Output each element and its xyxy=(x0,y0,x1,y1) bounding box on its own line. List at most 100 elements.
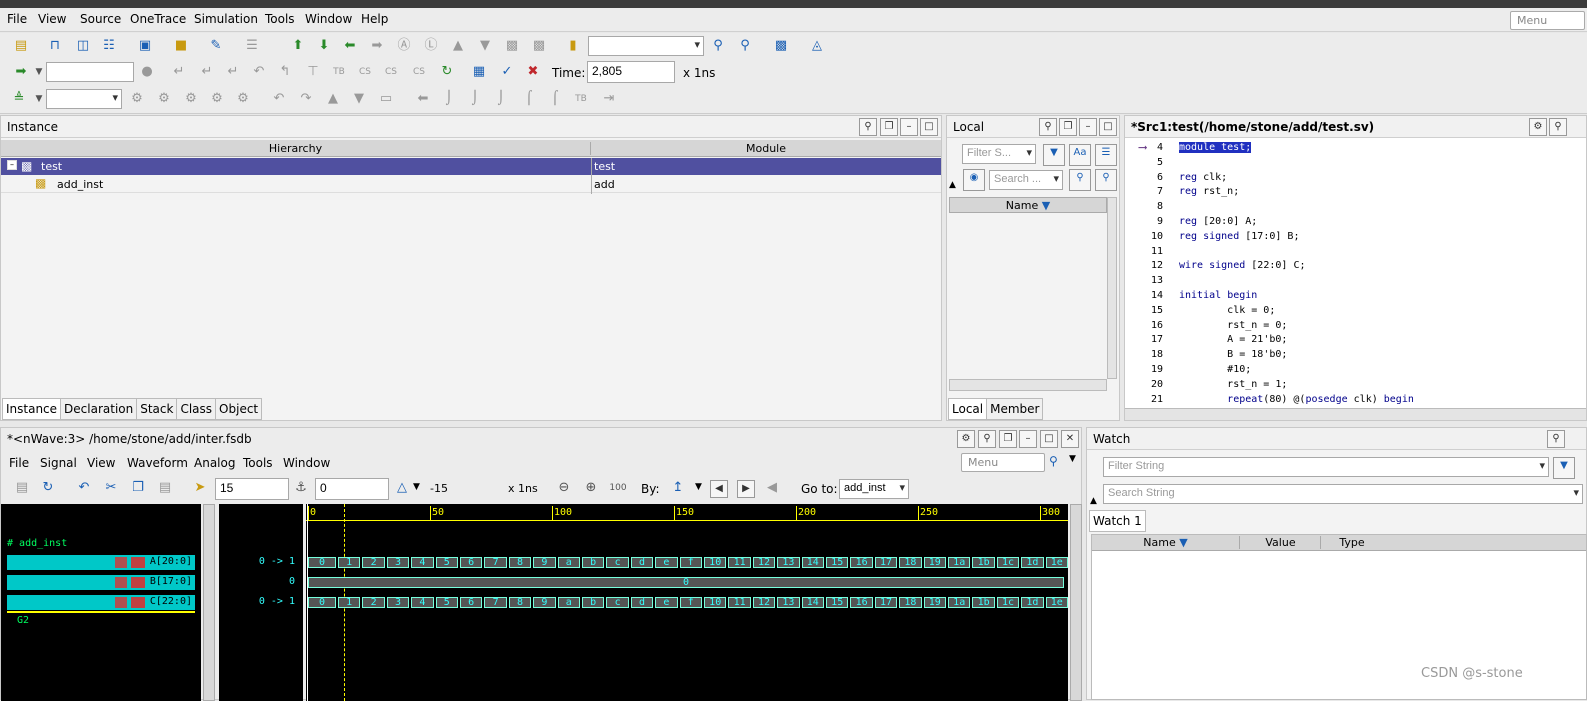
tool5-icon[interactable]: ⚙ xyxy=(234,90,252,108)
menu-tools[interactable]: Tools xyxy=(265,12,295,26)
object-icon[interactable]: ◉ xyxy=(963,169,985,191)
bookmark-icon[interactable]: ▮ xyxy=(564,37,582,55)
undock-icon[interactable]: ❐ xyxy=(1059,118,1077,136)
case-icon[interactable]: Aa xyxy=(1069,144,1091,166)
undock-icon[interactable]: ❐ xyxy=(999,430,1017,448)
maximize-icon[interactable]: □ xyxy=(1099,118,1117,136)
local-column-header[interactable]: Name ▼ xyxy=(949,197,1107,213)
step-cs2-icon[interactable]: CS xyxy=(382,63,400,81)
nwave-menu-window[interactable]: Window xyxy=(283,456,330,470)
trace-icon[interactable]: ▩ xyxy=(503,37,521,55)
step-cs-icon[interactable]: CS xyxy=(356,63,374,81)
up-circle-icon[interactable]: ▲ xyxy=(449,37,467,55)
menu-view[interactable]: View xyxy=(38,12,66,26)
up-level-icon[interactable]: ⬆ xyxy=(289,37,307,55)
coverage-icon[interactable]: ≜ xyxy=(10,90,28,108)
table-row[interactable]: – ▩ test test xyxy=(1,158,941,175)
tab-local[interactable]: Local xyxy=(948,398,988,420)
step-out-icon[interactable]: ↰ xyxy=(276,63,294,81)
scope-combo[interactable] xyxy=(46,89,122,109)
cursor-icon[interactable]: ➤ xyxy=(191,479,209,497)
search-combo[interactable] xyxy=(588,36,704,56)
paste-icon[interactable]: ▤ xyxy=(156,479,174,497)
time-input[interactable]: 2,805 xyxy=(587,61,675,83)
nwave-menu-tools[interactable]: Tools xyxy=(243,456,273,470)
back-arrow-icon[interactable]: ⬅ xyxy=(341,37,359,55)
settings-icon[interactable]: ⚙ xyxy=(957,430,975,448)
collapse-up-icon[interactable]: ▲ xyxy=(949,180,956,190)
column-type[interactable]: Type xyxy=(1322,536,1382,549)
nwave-menu-waveform[interactable]: Waveform xyxy=(127,456,188,470)
name-scrollbar[interactable] xyxy=(203,504,215,701)
download-icon[interactable]: ▼ xyxy=(350,90,368,108)
column-module[interactable]: Module xyxy=(592,142,940,155)
forward-arrow-icon[interactable]: ➡ xyxy=(368,37,386,55)
signal-row-b[interactable]: B[17:0] xyxy=(7,575,195,590)
search-by-icon[interactable]: ↥ xyxy=(669,479,687,497)
schematic-icon[interactable]: ◫ xyxy=(74,37,92,55)
by-dropdown-icon[interactable]: ▼ xyxy=(695,482,702,492)
copy-icon[interactable]: ❐ xyxy=(129,479,147,497)
list-icon[interactable]: ☰ xyxy=(1095,144,1117,166)
marker-icon[interactable]: ⚓ xyxy=(292,479,310,497)
reload-icon[interactable]: ↻ xyxy=(39,479,57,497)
tab-class[interactable]: Class xyxy=(176,398,217,420)
tab-object[interactable]: Object xyxy=(215,398,263,420)
nwave-menu-signal[interactable]: Signal xyxy=(40,456,77,470)
step-back-icon[interactable]: ↶ xyxy=(250,63,268,81)
maximize-icon[interactable]: □ xyxy=(920,118,938,136)
minimize-icon[interactable]: – xyxy=(900,118,918,136)
menu-file[interactable]: File xyxy=(7,12,27,26)
filter-icon[interactable]: ▼ xyxy=(1553,457,1575,479)
settings-icon[interactable]: ⚙ xyxy=(1529,118,1547,136)
down-circle-icon[interactable]: ▼ xyxy=(476,37,494,55)
source-code-view[interactable]: ⟶ 4 module test; 5 6 reg clk; 7 reg rst_n; 8 9 re… xyxy=(1125,140,1586,406)
tab-member[interactable]: Member xyxy=(986,398,1044,420)
link-icon[interactable]: ▭ xyxy=(377,90,395,108)
monitor-icon[interactable]: ▣ xyxy=(136,37,154,55)
collapse-icon[interactable]: – xyxy=(7,160,17,170)
run-icon[interactable]: ➡ xyxy=(12,63,30,81)
hierarchy-icon[interactable]: ☷ xyxy=(100,37,118,55)
minimize-icon[interactable]: – xyxy=(1079,118,1097,136)
close-icon[interactable]: ✕ xyxy=(1061,430,1079,448)
watch-search-input[interactable]: Search String xyxy=(1103,484,1583,504)
maximize-icon[interactable]: □ xyxy=(1040,430,1058,448)
tool2-icon[interactable]: ⚙ xyxy=(155,90,173,108)
step-t-icon[interactable]: ⊤ xyxy=(304,63,322,81)
tab-declaration[interactable]: Declaration xyxy=(60,398,138,420)
menu-source[interactable]: Source xyxy=(80,12,121,26)
goto-combo[interactable]: add_inst xyxy=(839,479,909,499)
undo-icon[interactable]: ↶ xyxy=(270,90,288,108)
upload-icon[interactable]: ▲ xyxy=(324,90,342,108)
signal-row-a[interactable]: A[20:0] xyxy=(7,555,195,570)
edge1-icon[interactable]: ⌡ xyxy=(440,90,458,108)
cut-icon[interactable]: ✂ xyxy=(102,479,120,497)
menu-onetrace[interactable]: OneTrace xyxy=(130,12,186,26)
local-search-input[interactable]: Search ... xyxy=(989,170,1063,190)
breakpoint-list-icon[interactable]: ▦ xyxy=(470,63,488,81)
open-icon[interactable]: ▤ xyxy=(13,479,31,497)
edge2-icon[interactable]: ⌡ xyxy=(466,90,484,108)
edge-tb-icon[interactable]: TB xyxy=(572,90,590,108)
delta-icon[interactable]: △ xyxy=(393,479,411,497)
down-level-icon[interactable]: ⬇ xyxy=(315,37,333,55)
nwave-menu-analog[interactable]: Analog xyxy=(194,456,235,470)
edge4-icon[interactable]: ⌠ xyxy=(520,90,538,108)
load-icon[interactable]: Ⓛ xyxy=(422,37,440,55)
find-icon[interactable]: ⚲ xyxy=(1069,169,1091,191)
find-next-icon[interactable]: ⚲ xyxy=(1095,169,1117,191)
undock-icon[interactable]: ❐ xyxy=(880,118,898,136)
open-folder-icon[interactable]: ▤ xyxy=(12,37,30,55)
minimize-icon[interactable]: – xyxy=(1019,430,1037,448)
watch-filter-input[interactable]: Filter String xyxy=(1103,457,1549,477)
pin-icon[interactable]: ⚲ xyxy=(1549,118,1567,136)
column-hierarchy[interactable]: Hierarchy xyxy=(1,142,591,155)
redo-icon[interactable]: ↷ xyxy=(297,90,315,108)
step-into-icon[interactable]: ↵ xyxy=(224,63,242,81)
apps-icon[interactable]: ▩ xyxy=(772,37,790,55)
run-time-input[interactable] xyxy=(46,62,134,82)
ams-icon[interactable]: ◬ xyxy=(808,37,826,55)
zoom-in-icon[interactable]: ⊕ xyxy=(582,479,600,497)
step-cn-icon[interactable]: CS xyxy=(410,63,428,81)
